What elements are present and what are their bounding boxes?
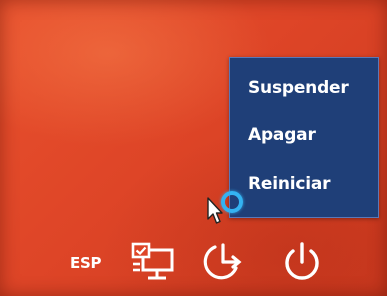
menu-item-shutdown[interactable]: Apagar: [248, 125, 316, 145]
language-indicator[interactable]: ESP: [70, 254, 101, 272]
busy-cursor-ring-icon: [221, 191, 243, 213]
power-icon[interactable]: [279, 240, 325, 284]
menu-item-restart[interactable]: Reiniciar: [248, 174, 331, 194]
power-options-menu: Suspender Apagar Reiniciar: [229, 57, 379, 218]
network-icon[interactable]: [129, 240, 179, 282]
mouse-pointer-icon: [207, 197, 223, 224]
ease-of-access-icon[interactable]: [203, 240, 245, 282]
menu-item-suspend[interactable]: Suspender: [248, 78, 349, 98]
